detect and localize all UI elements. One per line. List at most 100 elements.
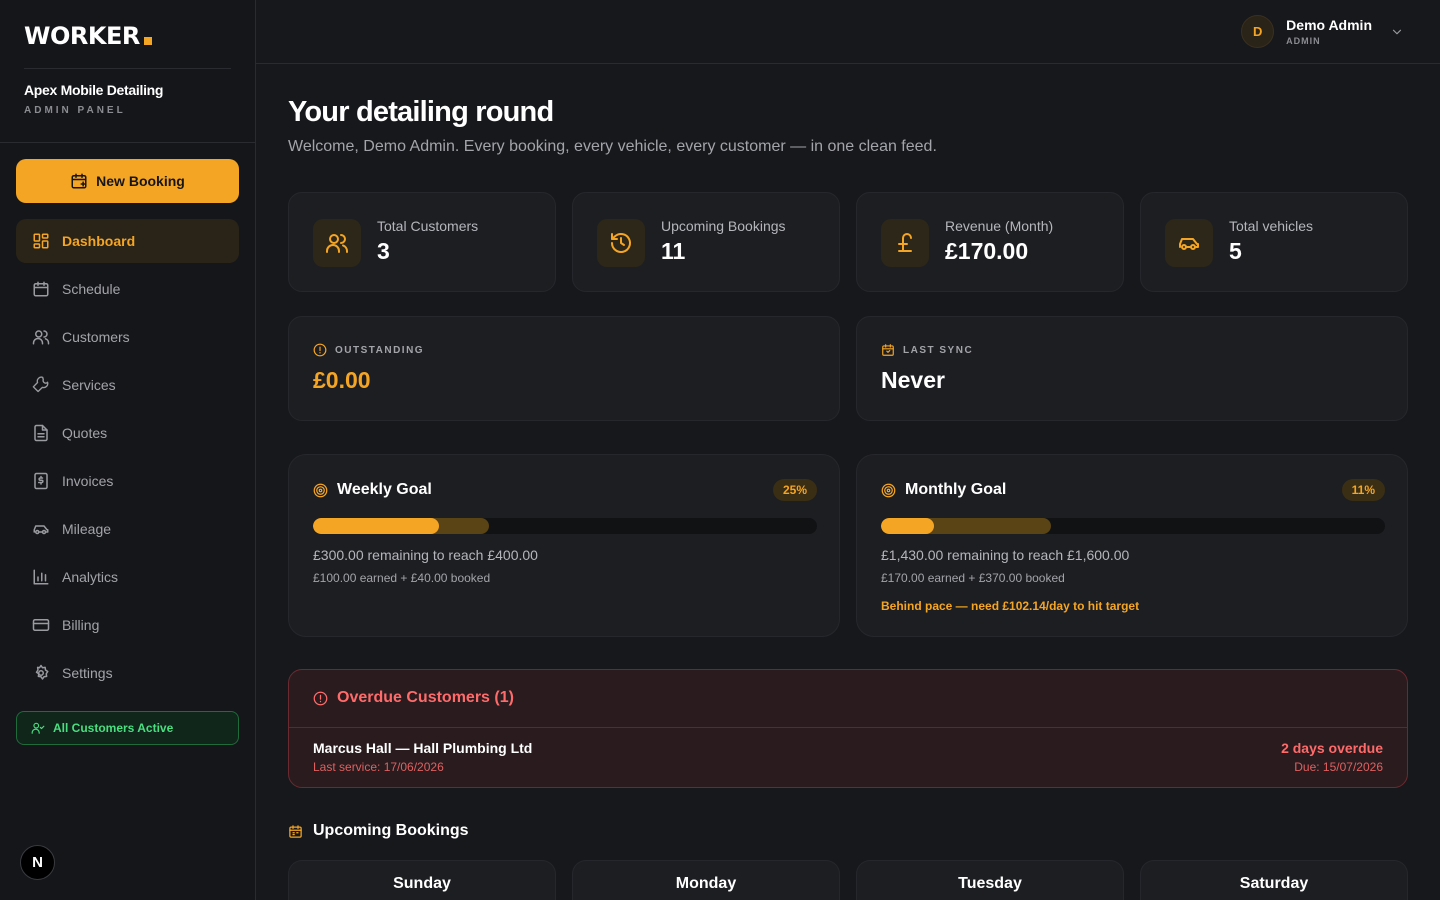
chevron-down-icon [1392,29,1402,34]
sidebar-item-analytics[interactable]: Analytics [16,555,239,599]
last-sync-value: Never [881,367,945,393]
overdue-title-row: Overdue Customers (1) [313,689,514,707]
sidebar-item-label: Analytics [62,569,119,585]
stat-icon-box [597,219,645,267]
history-icon [611,233,631,253]
customers-status-badge: All Customers Active [16,711,239,745]
overdue-title: Overdue Customers (1) [337,689,514,706]
weekly-goal-breakdown: £100.00 earned + £40.00 booked [313,571,491,585]
sidebar-item-label: Billing [62,617,100,633]
monthly-goal-percent-badge: 11% [1341,479,1385,501]
invoice-icon [34,472,48,490]
sidebar-item-label: Mileage [62,521,112,537]
new-booking-button[interactable]: New Booking [16,159,239,203]
last-sync-label: LAST SYNC [903,344,974,356]
calendar-icon [289,824,302,838]
brand-name: WORKER [24,22,140,50]
upcoming-bookings-title: Upcoming Bookings [313,822,469,839]
monthly-goal-pace-warning: Behind pace — need £102.14/day to hit ta… [881,599,1140,613]
wrench-icon [32,376,49,393]
stat-label: Total vehicles [1229,218,1314,234]
overdue-customer-name: Marcus Hall — Hall Plumbing Ltd [313,740,533,756]
monthly-goal-card: Monthly Goal 11% £1,430.00 remaining to … [856,454,1408,637]
monthly-goal-title-row: Monthly Goal [881,481,1006,499]
sidebar-item-label: Customers [62,329,130,345]
overdue-divider [289,727,1407,728]
monthly-goal-remaining: £1,430.00 remaining to reach £1,600.00 [881,547,1130,563]
sidebar-item-label: Invoices [62,473,114,489]
user-role: ADMIN [1286,36,1321,46]
stat-card-revenue[interactable]: Revenue (Month) £170.00 [856,192,1124,292]
outstanding-value: £0.00 [313,367,371,393]
stat-value: 5 [1229,238,1242,264]
calendar-icon [33,281,49,297]
target-icon [881,483,896,497]
stat-value: 3 [377,238,390,264]
stat-label: Upcoming Bookings [661,218,786,234]
sidebar-item-invoices[interactable]: Invoices [16,459,239,503]
monthly-goal-progress-bar [881,518,1385,534]
sidebar-item-label: Schedule [62,281,121,297]
sidebar-item-mileage[interactable]: Mileage [16,507,239,551]
calendar-sync-icon [882,344,894,356]
user-menu[interactable]: D Demo Admin ADMIN [1241,15,1404,48]
upcoming-bookings-heading: Upcoming Bookings [288,822,469,840]
stat-card-vehicles[interactable]: Total vehicles 5 [1140,192,1408,292]
overdue-due-date: Due: 15/07/2026 [1294,760,1383,774]
weekly-goal-title-row: Weekly Goal [313,481,432,499]
document-icon [34,424,48,442]
sidebar-item-services[interactable]: Services [16,363,239,407]
framework-badge[interactable]: N [20,845,55,880]
overdue-days: 2 days overdue [1281,740,1383,756]
dashboard-icon [33,233,49,249]
brand-logo[interactable]: WORKER [24,22,152,50]
sidebar-item-billing[interactable]: Billing [16,603,239,647]
stat-icon-box [313,219,361,267]
stat-card-upcoming-bookings[interactable]: Upcoming Bookings 11 [572,192,840,292]
calendar-plus-icon [71,173,87,189]
stat-icon-box [1165,219,1213,267]
sidebar-item-label: Settings [62,665,113,681]
brand-dot [143,37,152,45]
weekly-goal-progress-bar [313,518,817,534]
sidebar-item-settings[interactable]: Settings [16,651,239,695]
stat-label: Total Customers [377,218,479,234]
monthly-goal-breakdown: £170.00 earned + £370.00 booked [881,571,1065,585]
day-column-monday: Monday [572,860,840,900]
day-label: Saturday [1239,875,1309,892]
sidebar-item-quotes[interactable]: Quotes [16,411,239,455]
day-column-sunday: Sunday [288,860,556,900]
outstanding-label: OUTSTANDING [335,344,425,356]
sidebar: WORKER Apex Mobile Detailing ADMIN PANEL… [0,0,256,900]
sidebar-item-schedule[interactable]: Schedule [16,267,239,311]
user-info: Demo Admin ADMIN [1286,17,1372,46]
topbar: D Demo Admin ADMIN [256,0,1440,64]
car-icon [1179,238,1199,250]
last-sync-label-row: LAST SYNC [881,343,973,357]
sidebar-item-label: Dashboard [62,233,136,249]
sidebar-item-label: Quotes [62,425,108,441]
monthly-goal-earned-fill [881,518,935,534]
weekly-goal-title: Weekly Goal [337,481,432,498]
outstanding-label-row: OUTSTANDING [313,343,424,357]
day-column-tuesday: Tuesday [856,860,1124,900]
brand-divider [24,68,231,69]
sidebar-item-dashboard[interactable]: Dashboard [16,219,239,263]
car-icon [33,525,49,535]
stat-icon-box [881,219,929,267]
day-column-saturday: Saturday [1140,860,1408,900]
pound-icon [898,233,912,252]
user-name: Demo Admin [1286,17,1372,33]
stat-value: £170.00 [945,238,1029,264]
overdue-last-service: Last service: 17/06/2026 [313,760,444,774]
outstanding-card: OUTSTANDING £0.00 [288,316,840,421]
sidebar-item-customers[interactable]: Customers [16,315,239,359]
page-subtitle: Welcome, Demo Admin. Every booking, ever… [288,138,937,155]
sidebar-item-label: Services [62,377,116,393]
weekly-goal-card: Weekly Goal 25% £300.00 remaining to rea… [288,454,840,637]
page-title: Your detailing round [288,96,554,128]
day-label: Sunday [393,875,451,892]
last-sync-card: LAST SYNC Never [856,316,1408,421]
stat-card-customers[interactable]: Total Customers 3 [288,192,556,292]
credit-card-icon [32,619,50,631]
